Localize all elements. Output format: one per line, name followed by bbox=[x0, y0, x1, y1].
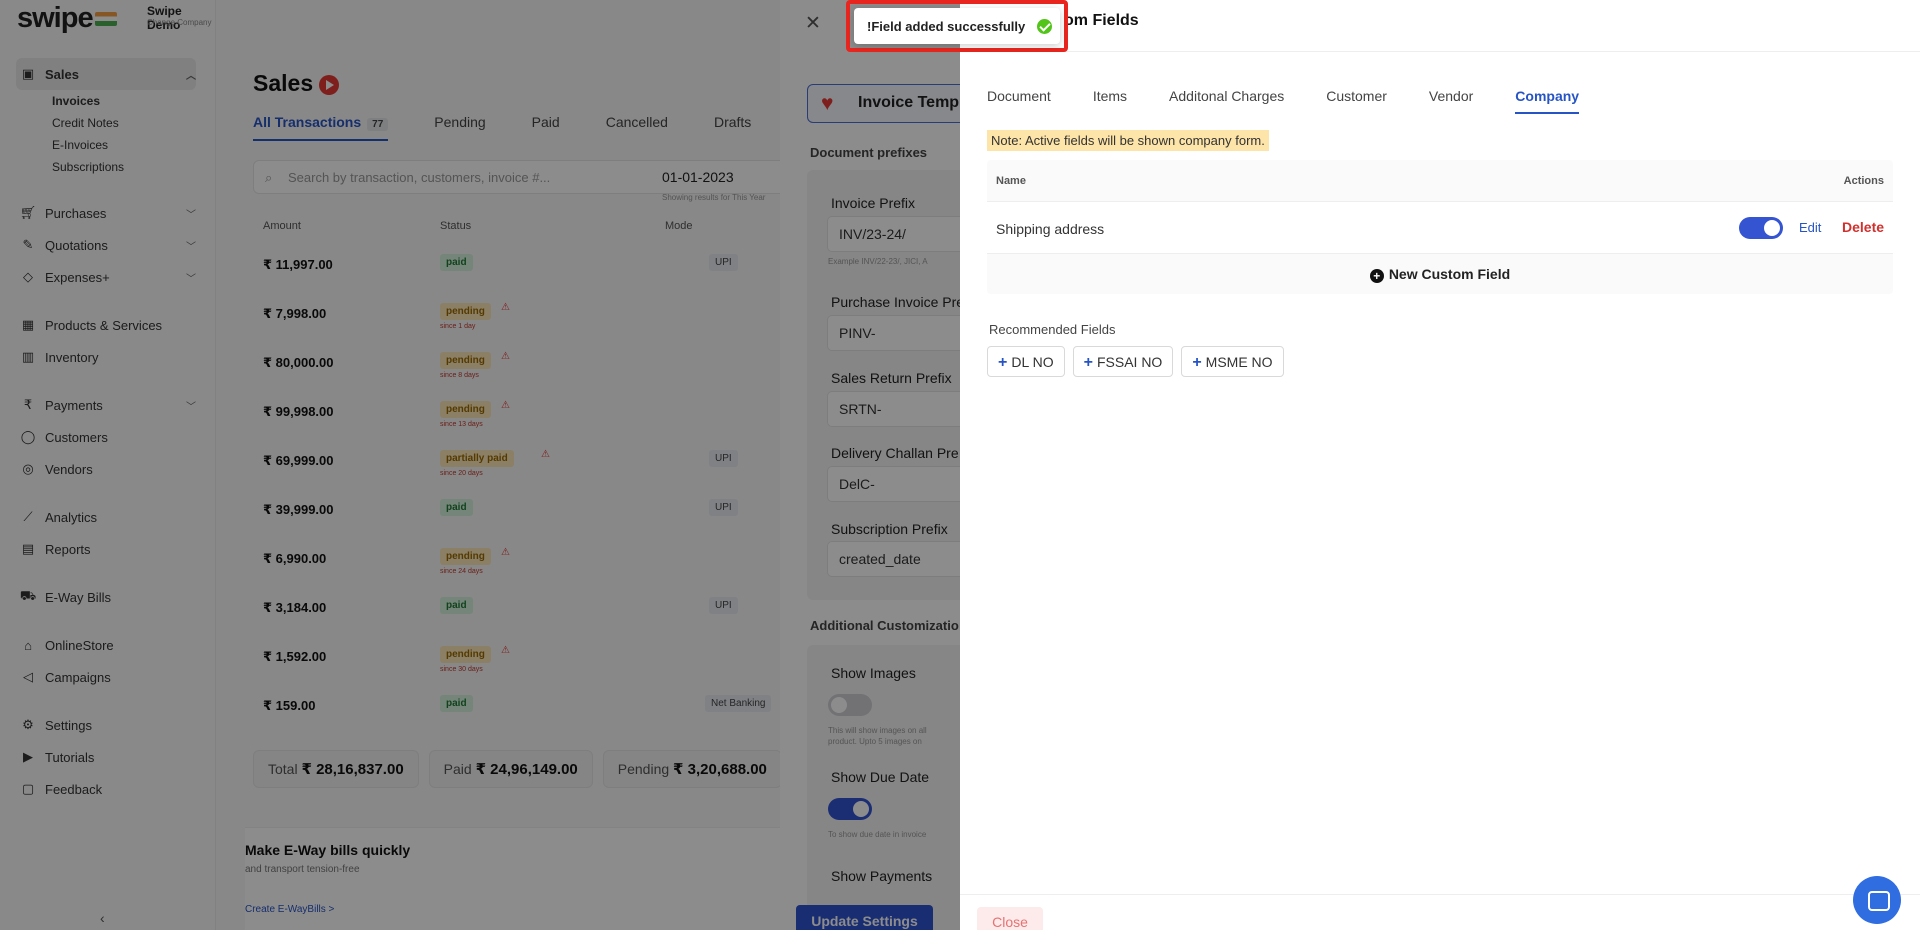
custom-fields-title: om Fields bbox=[1064, 12, 1139, 29]
plus-icon: + bbox=[1192, 354, 1202, 371]
edit-field-button[interactable]: Edit bbox=[1799, 220, 1821, 235]
custom-fields-table: Name Actions Shipping address Edit Delet… bbox=[987, 160, 1893, 294]
drawer-overlay[interactable] bbox=[780, 0, 960, 930]
check-circle-icon bbox=[1037, 19, 1052, 34]
tab-customer[interactable]: Customer bbox=[1326, 88, 1387, 114]
tab-additional-charges[interactable]: Additonal Charges bbox=[1169, 88, 1284, 114]
field-active-toggle[interactable] bbox=[1739, 217, 1783, 239]
backdrop-overlay[interactable] bbox=[0, 0, 780, 930]
new-custom-field-button[interactable]: + New Custom Field bbox=[987, 254, 1893, 294]
plus-icon: + bbox=[998, 354, 1008, 371]
plus-icon: + bbox=[1083, 354, 1093, 371]
tab-items[interactable]: Items bbox=[1093, 88, 1127, 114]
recommended-fields-heading: Recommended Fields bbox=[989, 322, 1116, 337]
close-button[interactable]: Close bbox=[977, 907, 1043, 930]
custom-fields-header: om Fields bbox=[960, 0, 1920, 52]
tab-document[interactable]: Document bbox=[987, 88, 1051, 114]
field-name: Shipping address bbox=[996, 221, 1105, 237]
col-header-actions: Actions bbox=[1843, 175, 1884, 187]
toast-message: !Field added successfully bbox=[867, 19, 1026, 34]
tab-vendor[interactable]: Vendor bbox=[1429, 88, 1473, 114]
custom-fields-drawer: om Fields Document Items Additonal Charg… bbox=[960, 0, 1920, 930]
plus-circle-icon: + bbox=[1369, 269, 1384, 283]
table-header: Name Actions bbox=[987, 160, 1893, 202]
recommended-fssai-no[interactable]: + FSSAI NO bbox=[1072, 346, 1174, 377]
toggle-knob bbox=[1764, 220, 1780, 236]
support-chat-icon[interactable] bbox=[1853, 876, 1901, 924]
recommended-chips: + DL NO + FSSAI NO + MSME NO bbox=[987, 346, 1292, 377]
recommended-dl-no[interactable]: + DL NO bbox=[987, 346, 1065, 377]
delete-field-button[interactable]: Delete bbox=[1842, 219, 1884, 235]
new-custom-field-label: New Custom Field bbox=[1388, 266, 1511, 282]
active-fields-note: Note: Active fields will be shown compan… bbox=[987, 130, 1269, 151]
col-header-name: Name bbox=[996, 175, 1026, 187]
tab-company[interactable]: Company bbox=[1515, 88, 1580, 114]
custom-fields-footer: Close bbox=[960, 894, 1920, 930]
recommended-msme-no[interactable]: + MSME NO bbox=[1181, 346, 1284, 377]
success-toast: !Field added successfully bbox=[854, 8, 1060, 44]
custom-fields-tabs: Document Items Additonal Charges Custome… bbox=[987, 88, 1621, 114]
table-row: Shipping address Edit Delete bbox=[987, 202, 1893, 254]
